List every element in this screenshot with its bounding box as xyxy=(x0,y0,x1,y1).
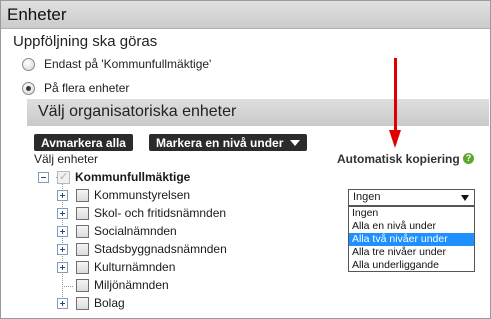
expand-toggle-icon[interactable] xyxy=(57,190,68,201)
expand-toggle-icon[interactable] xyxy=(57,208,68,219)
unit-checkbox[interactable] xyxy=(76,225,89,238)
tree-item-stadsbyggnad: Stadsbyggnadsnämnden xyxy=(94,242,227,256)
tree-item-kommunstyrelsen: Kommunstyrelsen xyxy=(94,188,191,202)
tree-connector xyxy=(62,286,73,287)
tree-item-socialnamnden: Socialnämnden xyxy=(94,224,177,238)
radio-label: Endast på 'Kommunfullmäktige' xyxy=(44,57,212,71)
org-units-header: Välj organisatoriska enheter xyxy=(27,99,489,126)
panel-title: Enheter xyxy=(7,5,67,24)
unit-checkbox[interactable] xyxy=(76,207,89,220)
followup-heading: Uppföljning ska göras xyxy=(13,33,158,50)
auto-copy-option[interactable]: Alla en nivå under xyxy=(349,220,474,233)
unit-checkbox[interactable] xyxy=(76,243,89,256)
auto-copy-option[interactable]: Alla tre nivåer under xyxy=(349,246,474,259)
radio-circle-icon[interactable] xyxy=(22,57,35,71)
collapse-toggle-icon[interactable] xyxy=(38,172,49,183)
radio-multiple-units[interactable]: På flera enheter xyxy=(22,79,129,97)
caret-down-icon xyxy=(290,139,301,146)
radio-only-kommunfullmaktige[interactable]: Endast på 'Kommunfullmäktige' xyxy=(22,55,211,73)
tree-connector xyxy=(62,183,63,303)
tree-item-kulturnamnden: Kulturnämnden xyxy=(94,260,176,274)
auto-copy-label: Automatisk kopiering xyxy=(337,152,460,166)
expand-toggle-icon[interactable] xyxy=(57,298,68,309)
radio-selected-icon[interactable] xyxy=(22,81,35,95)
expand-toggle-icon[interactable] xyxy=(57,262,68,273)
choose-units-label: Välj enheter xyxy=(34,152,99,166)
auto-copy-option[interactable]: Ingen xyxy=(349,207,474,220)
tree-item-skol-fritid: Skol- och fritidsnämnden xyxy=(94,206,227,220)
select-level-below-label: Markera en nivå under xyxy=(156,135,284,150)
expand-toggle-icon[interactable] xyxy=(57,226,68,237)
unit-checkbox[interactable] xyxy=(76,189,89,202)
dropdown-arrow-icon xyxy=(461,195,469,201)
unit-checkbox[interactable] xyxy=(76,279,89,292)
org-units-title: Välj organisatoriska enheter xyxy=(38,103,237,120)
annotation-arrow-shaft xyxy=(394,58,397,134)
unit-checkbox[interactable] xyxy=(76,261,89,274)
unit-checkbox[interactable] xyxy=(76,297,89,310)
help-icon[interactable]: ? xyxy=(463,153,474,164)
auto-copy-options-list: Ingen Alla en nivå under Alla två nivåer… xyxy=(348,206,475,272)
auto-copy-select[interactable]: Ingen xyxy=(348,189,475,206)
deselect-all-button[interactable]: Avmarkera alla xyxy=(34,134,133,151)
expand-toggle-icon[interactable] xyxy=(57,244,68,255)
annotation-arrow-icon xyxy=(389,130,401,148)
auto-copy-option-highlighted[interactable]: Alla två nivåer under xyxy=(349,233,474,246)
tree-item-bolag: Bolag xyxy=(94,296,125,310)
radio-label: På flera enheter xyxy=(44,81,130,95)
auto-copy-option[interactable]: Alla underliggande xyxy=(349,259,474,272)
tree-root-label: Kommunfullmäktige xyxy=(75,170,191,184)
select-level-below-button[interactable]: Markera en nivå under xyxy=(149,134,308,151)
auto-copy-selected-value: Ingen xyxy=(353,191,381,203)
panel-header: Enheter xyxy=(1,1,490,29)
root-checkbox xyxy=(57,170,70,184)
tree-item-miljonamnden: Miljönämnden xyxy=(94,278,169,292)
